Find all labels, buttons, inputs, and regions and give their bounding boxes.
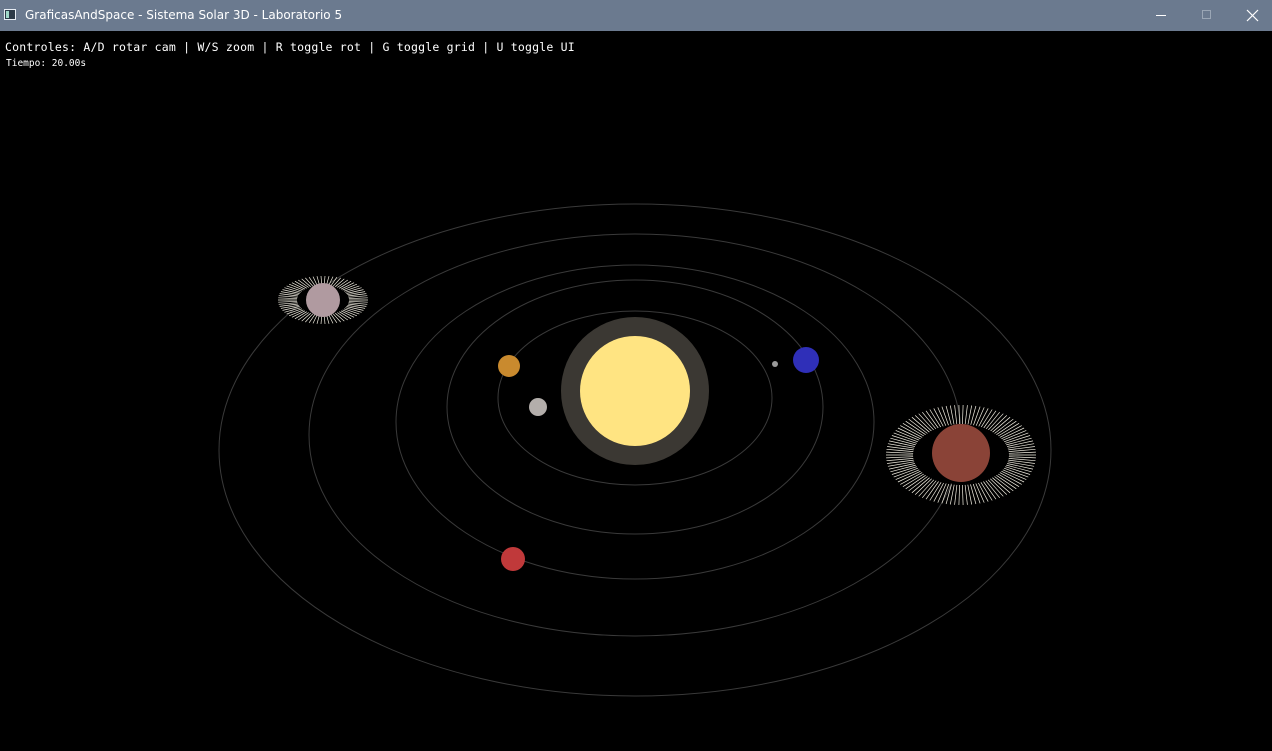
close-icon bbox=[1246, 9, 1259, 22]
ring-line bbox=[972, 483, 981, 504]
solar-system-viewport[interactable] bbox=[0, 31, 1272, 751]
ring-line bbox=[987, 413, 1004, 431]
ring-line bbox=[886, 451, 914, 454]
ringed-planet-small bbox=[278, 275, 368, 325]
ring-line bbox=[914, 478, 932, 495]
ring-line bbox=[990, 478, 1008, 495]
ring-line bbox=[905, 420, 926, 435]
ring-line bbox=[1007, 461, 1035, 467]
ring-line bbox=[905, 475, 926, 490]
ring-line bbox=[887, 461, 915, 467]
planet-red bbox=[501, 547, 525, 571]
ring-line bbox=[918, 413, 935, 431]
close-button[interactable] bbox=[1230, 0, 1272, 31]
ring-line bbox=[962, 404, 964, 426]
ring-line bbox=[348, 295, 368, 298]
ring-line bbox=[1008, 451, 1036, 454]
planet-brownred bbox=[932, 424, 990, 482]
ring-line bbox=[900, 472, 923, 485]
ring-line bbox=[972, 406, 981, 427]
planet-gray bbox=[529, 398, 547, 416]
ring-line bbox=[886, 456, 914, 459]
moon bbox=[772, 361, 778, 367]
ring-line bbox=[964, 405, 968, 426]
app-window-icon bbox=[4, 9, 16, 20]
ring-line bbox=[958, 404, 960, 426]
planet-orange bbox=[498, 355, 520, 377]
ring-line bbox=[998, 423, 1020, 437]
ring-line bbox=[996, 475, 1017, 490]
hud-controls-text: Controles: A/D rotar cam | W/S zoom | R … bbox=[5, 40, 575, 54]
ring-line bbox=[278, 295, 298, 298]
ring-line bbox=[954, 484, 958, 505]
ring-line bbox=[348, 302, 368, 305]
planet-pinkgray bbox=[306, 283, 340, 317]
ring-line bbox=[1007, 443, 1035, 449]
ring-line bbox=[987, 479, 1004, 497]
ring-line bbox=[999, 425, 1022, 438]
ring-line bbox=[998, 473, 1020, 487]
ring-line bbox=[1008, 456, 1036, 459]
ring-line bbox=[996, 420, 1017, 435]
ring-line bbox=[958, 484, 960, 506]
maximize-button[interactable] bbox=[1184, 0, 1230, 31]
minimize-icon bbox=[1156, 15, 1166, 16]
ring-line bbox=[887, 443, 915, 449]
ring-line bbox=[954, 405, 958, 426]
ring-line bbox=[1001, 427, 1025, 440]
minimize-button[interactable] bbox=[1138, 0, 1184, 31]
ring-line bbox=[278, 300, 298, 303]
ring-line bbox=[897, 470, 921, 483]
ring-line bbox=[941, 406, 950, 427]
sun bbox=[580, 336, 690, 446]
ring-line bbox=[941, 483, 950, 504]
ring-line bbox=[902, 473, 924, 487]
window-title: GraficasAndSpace - Sistema Solar 3D - La… bbox=[25, 8, 343, 22]
ring-line bbox=[990, 415, 1008, 432]
ring-line bbox=[900, 425, 923, 438]
hud-time-text: Tiempo: 20.00s bbox=[6, 58, 87, 69]
ringed-planet-large bbox=[886, 404, 1036, 506]
ring-line bbox=[962, 484, 964, 506]
ring-line bbox=[897, 427, 921, 440]
planet-blue bbox=[793, 347, 819, 373]
ring-line bbox=[278, 302, 298, 305]
ring-line bbox=[964, 484, 968, 505]
ring-line bbox=[348, 297, 368, 300]
ring-line bbox=[902, 423, 924, 437]
maximize-icon bbox=[1202, 10, 1211, 19]
ring-line bbox=[999, 472, 1022, 485]
ring-line bbox=[1001, 470, 1025, 483]
ring-line bbox=[914, 415, 932, 432]
ring-line bbox=[278, 297, 298, 300]
ring-line bbox=[348, 300, 368, 303]
ring-line bbox=[918, 479, 935, 497]
window-titlebar[interactable]: GraficasAndSpace - Sistema Solar 3D - La… bbox=[0, 0, 1272, 31]
